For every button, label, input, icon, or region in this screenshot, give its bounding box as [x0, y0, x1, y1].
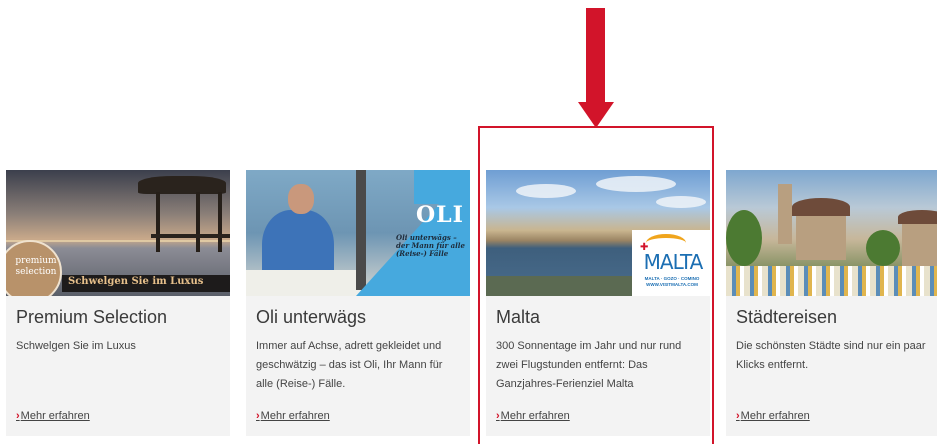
more-link-label: Mehr erfahren [260, 410, 330, 422]
card-image-city[interactable] [726, 170, 937, 296]
mosaic-bench [726, 266, 937, 296]
annotation-arrow-head [578, 102, 614, 128]
card-oli-unterwaegs[interactable]: OLI Oli unterwägs – der Mann für alle (R… [246, 170, 470, 436]
more-link[interactable]: ›Mehr erfahren [16, 410, 90, 422]
more-link[interactable]: ›Mehr erfahren [736, 410, 810, 422]
cloud [596, 176, 676, 192]
malta-logo-text: MALTA [643, 250, 704, 274]
malta-logo-url: WWW.VISITMALTA.COM [646, 282, 698, 287]
cloud [656, 196, 706, 208]
card-image-malta[interactable]: ✚ MALTA MALTA · GOZO · COMINO WWW.VISITMA… [486, 170, 710, 296]
oli-logo: OLI [416, 202, 464, 228]
card-description: Die schönsten Städte sind nur ein paar K… [736, 340, 926, 371]
building [902, 220, 937, 266]
hut-post [218, 192, 222, 252]
hut-post [156, 192, 160, 252]
card-malta[interactable]: ✚ MALTA MALTA · GOZO · COMINO WWW.VISITMA… [486, 170, 710, 436]
more-link[interactable]: ›Mehr erfahren [496, 410, 570, 422]
more-link-label: Mehr erfahren [20, 410, 90, 422]
tree [726, 210, 762, 266]
annotation-arrow-shaft [586, 8, 605, 104]
chevron-right-icon: › [496, 410, 500, 422]
card-image-premium[interactable]: premium selection Schwelgen Sie im Luxus [6, 170, 230, 296]
more-link-label: Mehr erfahren [740, 410, 810, 422]
card-description: Schwelgen Sie im Luxus [16, 340, 136, 352]
building-roof [898, 210, 937, 224]
tower [778, 184, 792, 244]
more-link-label: Mehr erfahren [500, 410, 570, 422]
building [796, 210, 846, 260]
more-link[interactable]: ›Mehr erfahren [256, 410, 330, 422]
chevron-right-icon: › [256, 410, 260, 422]
premium-badge-text: premium selection [15, 256, 57, 277]
malta-logo-subtext: MALTA · GOZO · COMINO WWW.VISITMALTA.COM [634, 276, 710, 288]
image-banner-text: Schwelgen Sie im Luxus [68, 276, 204, 287]
card-image-oli[interactable]: OLI Oli unterwägs – der Mann für alle (R… [246, 170, 470, 296]
card-description: Immer auf Achse, adrett gekleidet und ge… [256, 340, 443, 390]
person-head [288, 184, 314, 214]
card-premium-selection[interactable]: premium selection Schwelgen Sie im Luxus… [6, 170, 230, 436]
building-roof [792, 198, 850, 216]
card-title[interactable]: Malta [496, 306, 700, 328]
chevron-right-icon: › [736, 410, 740, 422]
chevron-right-icon: › [16, 410, 20, 422]
hut-post [196, 192, 200, 252]
pier [151, 234, 230, 238]
oli-tagline: Oli unterwägs – der Mann für alle (Reise… [396, 233, 465, 258]
blue-corner [414, 170, 470, 204]
tree [866, 230, 900, 266]
card-title[interactable]: Städtereisen [736, 306, 937, 328]
card-title[interactable]: Oli unterwägs [256, 306, 460, 328]
malta-logo-islands: MALTA · GOZO · COMINO [644, 276, 700, 281]
card-staedtereisen[interactable]: Städtereisen Die schönsten Städte sind n… [726, 170, 937, 436]
card-description: 300 Sonnentage im Jahr und nur rund zwei… [496, 340, 682, 390]
cloud [516, 184, 576, 198]
table [246, 270, 366, 296]
beach-hut-roof [138, 176, 226, 194]
card-title[interactable]: Premium Selection [16, 306, 220, 328]
